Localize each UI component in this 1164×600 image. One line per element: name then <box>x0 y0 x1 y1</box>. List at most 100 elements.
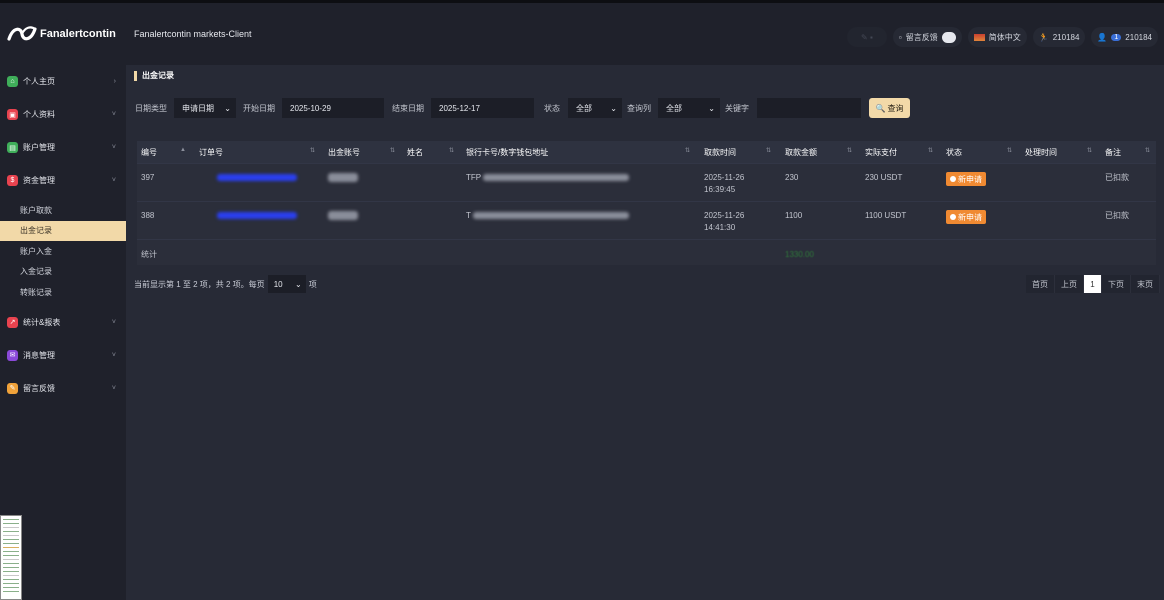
end-date-input[interactable]: 2025-12-17 <box>431 98 534 118</box>
status-badge: 新申请 <box>946 172 986 186</box>
start-date-label: 开始日期 <box>243 103 275 113</box>
column-header-time[interactable]: 取款时间 <box>704 147 736 158</box>
order-link-redacted[interactable] <box>217 212 297 219</box>
sidebar-subitem-transfer-records[interactable]: 转账记录 <box>0 282 126 303</box>
screenshot-thumbnail[interactable] <box>0 515 22 600</box>
sort-icon[interactable]: ⇅ <box>847 147 852 154</box>
sidebar-item-feedback[interactable]: ✎ 留言反馈 ˅ <box>0 372 126 405</box>
column-header-remark[interactable]: 备注 <box>1105 147 1121 158</box>
status-badge-label: 新申请 <box>958 174 982 184</box>
sidebar-subitem-deposit[interactable]: 账户入金 <box>0 241 126 262</box>
sort-icon[interactable]: ⇅ <box>390 147 395 154</box>
column-header-amount[interactable]: 取款金额 <box>785 147 817 158</box>
edit-shortcut-button[interactable]: ✎ ▪ <box>846 27 887 47</box>
sidebar-item-profile[interactable]: ▣ 个人资料 ˅ <box>0 98 126 131</box>
sort-icon[interactable]: ⇅ <box>928 147 933 154</box>
table-row[interactable]: 388 T 2025-11-26 14:41:30 1100 1100 USDT… <box>137 201 1156 239</box>
table-summary-row: 统计 1330.00 <box>137 239 1156 265</box>
sidebar-item-home[interactable]: ⌂ 个人主页 › <box>0 65 126 98</box>
user-id-button[interactable]: 🏃 210184 <box>1032 27 1086 47</box>
user-icon: 👤 <box>1097 32 1108 42</box>
feedback-toggle-button[interactable]: ▫ 留言反馈 <box>892 27 962 47</box>
sidebar-item-messages[interactable]: ✉ 消息管理 ˅ <box>0 339 126 372</box>
sort-icon[interactable]: ⇅ <box>449 147 454 154</box>
sort-icon[interactable]: ⇅ <box>766 147 771 154</box>
sort-icon[interactable]: ⇅ <box>685 147 690 154</box>
keyword-label: 关键字 <box>725 103 749 113</box>
table-row[interactable]: 397 TFP 2025-11-26 16:39:45 230 230 USDT… <box>137 163 1156 201</box>
summary-label: 统计 <box>141 250 157 259</box>
start-date-input[interactable]: 2025-10-29 <box>282 98 384 118</box>
account-redacted <box>328 173 358 182</box>
sidebar-item-reports[interactable]: ↗ 统计&报表 ˅ <box>0 306 126 339</box>
message-icon: ✉ <box>7 349 18 361</box>
sort-icon[interactable]: ⇅ <box>1007 147 1012 154</box>
account-id: 210184 <box>1125 32 1152 42</box>
sort-icon[interactable]: ⇅ <box>1145 147 1150 154</box>
withdrawal-table: 编号 ▲ 订单号 ⇅ 出金账号 ⇅ 姓名 ⇅ 银行卡号/数字钱包地址 ⇅ 取款时… <box>137 141 1156 265</box>
prev-page-button[interactable]: 上页 <box>1055 275 1084 293</box>
keyword-input[interactable] <box>757 98 861 118</box>
chart-icon: ↗ <box>7 316 18 328</box>
column-header-account[interactable]: 出金账号 <box>328 147 360 158</box>
pencil-icon: ✎ ▪ <box>861 32 873 42</box>
column-header-processed[interactable]: 处理时间 <box>1025 147 1057 158</box>
column-header-id[interactable]: 编号 <box>141 147 157 158</box>
query-column-label: 查询列 <box>627 103 651 113</box>
column-header-bank[interactable]: 银行卡号/数字钱包地址 <box>466 147 548 158</box>
chevron-down-icon: ˅ <box>111 384 116 392</box>
brand-name: Fanalertcontin <box>40 28 116 40</box>
column-header-order[interactable]: 订单号 <box>199 147 223 158</box>
query-column-select[interactable]: 全部 ⌄ <box>658 98 720 118</box>
brand-logo[interactable]: Fanalertcontin <box>0 23 126 45</box>
chevron-down-icon: ⌄ <box>708 103 715 113</box>
first-page-button[interactable]: 首页 <box>1026 275 1055 293</box>
chevron-down-icon: ⌄ <box>224 103 231 113</box>
sidebar-item-accounts[interactable]: ▤ 账户管理 ˅ <box>0 131 126 164</box>
sort-icon[interactable]: ⇅ <box>1087 147 1092 154</box>
feedback-toggle[interactable] <box>941 31 956 43</box>
status-badge-label: 新申请 <box>958 212 982 222</box>
status-select[interactable]: 全部 ⌄ <box>568 98 622 118</box>
user-id: 210184 <box>1052 32 1080 42</box>
chevron-down-icon: ˅ <box>111 177 116 184</box>
runner-icon: 🏃 <box>1038 32 1049 42</box>
sort-icon[interactable]: ⇅ <box>310 147 315 154</box>
sidebar-item-label: 账户管理 <box>23 143 55 152</box>
cell-id: 397 <box>141 173 155 182</box>
cell-remark: 已扣款 <box>1105 211 1129 220</box>
account-icon: ▤ <box>7 142 18 153</box>
column-header-status[interactable]: 状态 <box>946 147 962 158</box>
date-type-label: 日期类型 <box>135 103 167 113</box>
last-page-button[interactable]: 末页 <box>1131 275 1160 293</box>
sidebar-subitem-withdraw[interactable]: 账户取款 <box>0 200 126 221</box>
date-type-select[interactable]: 申请日期 ⌄ <box>174 98 236 118</box>
end-date-label: 结束日期 <box>392 103 424 113</box>
cell-time-date: 2025-11-26 <box>704 173 745 182</box>
page-size-select[interactable]: 10 ⌄ <box>267 275 306 293</box>
start-date-value: 2025-10-29 <box>290 103 331 113</box>
end-date-value: 2025-12-17 <box>439 103 480 113</box>
page-title-text: 出金记录 <box>142 71 174 80</box>
sidebar-item-funds[interactable]: $ 资金管理 ˅ <box>0 164 126 197</box>
search-button[interactable]: 🔍 查询 <box>869 98 910 118</box>
sidebar-subitem-withdraw-records[interactable]: 出金记录 <box>0 220 126 241</box>
app-title: Fanalertcontin markets-Client <box>134 29 252 39</box>
column-header-actual[interactable]: 实际支付 <box>865 147 897 158</box>
next-page-button[interactable]: 下页 <box>1102 275 1131 293</box>
query-column-value: 全部 <box>666 103 682 113</box>
cell-actual: 230 USDT <box>865 173 903 182</box>
language-selector[interactable]: 简体中文 <box>967 27 1027 47</box>
column-header-name[interactable]: 姓名 <box>407 147 423 158</box>
dollar-icon: $ <box>7 175 18 186</box>
feedback-icon: ▫ <box>898 32 902 42</box>
cell-bank-prefix: TFP <box>466 173 482 182</box>
order-link-redacted[interactable] <box>217 174 297 181</box>
account-menu-button[interactable]: 👤 1 210184 <box>1091 27 1158 47</box>
cell-id: 388 <box>141 211 155 220</box>
sidebar-subitem-deposit-records[interactable]: 入金记录 <box>0 262 126 283</box>
sort-asc-icon[interactable]: ▲ <box>180 147 186 153</box>
current-page-button[interactable]: 1 <box>1084 275 1102 293</box>
feedback-label: 留言反馈 <box>905 32 938 42</box>
cell-time-clock: 14:41:30 <box>704 223 736 232</box>
